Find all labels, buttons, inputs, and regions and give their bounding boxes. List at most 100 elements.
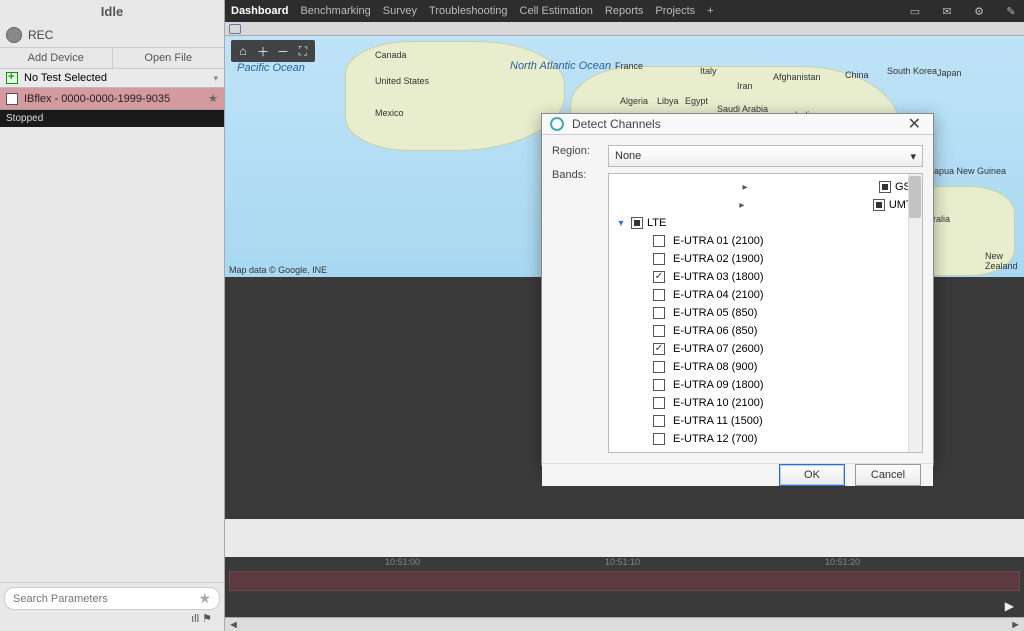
tree-item[interactable]: E-UTRA 08 (900) <box>611 358 920 376</box>
country-label: New Zealand <box>985 251 1024 271</box>
atlantic-ocean-label: North Atlantic Ocean <box>510 60 611 72</box>
play-icon[interactable]: ▶ <box>1005 599 1014 613</box>
tab-cell-estimation[interactable]: Cell Estimation <box>520 5 593 17</box>
scrollbar-thumb[interactable] <box>909 176 921 218</box>
left-panel: Idle REC Add Device Open File No Test Se… <box>0 0 225 631</box>
tree-item[interactable]: ✓ E-UTRA 03 (1800) <box>611 268 920 286</box>
checkbox[interactable] <box>653 397 665 409</box>
phone-icon[interactable]: ▭ <box>908 4 922 18</box>
tree-group[interactable]: UMTS <box>611 196 920 214</box>
checkbox[interactable] <box>653 307 665 319</box>
scrollbar-track[interactable] <box>908 174 922 452</box>
tree-item[interactable]: E-UTRA 02 (1900) <box>611 250 920 268</box>
close-icon[interactable]: ✕ <box>904 114 925 134</box>
bands-tree[interactable]: GSM UMTS LTE E-UTRA 01 (2100) E-UTRA 02 … <box>608 173 923 453</box>
tristate-checkbox[interactable] <box>873 199 885 211</box>
horizontal-scrollbar[interactable]: ◄► <box>225 617 1024 631</box>
expand-icon[interactable] <box>615 200 869 211</box>
checkbox[interactable]: ✓ <box>653 343 665 355</box>
tree-item[interactable]: E-UTRA 06 (850) <box>611 322 920 340</box>
country-label: Afghanistan <box>773 72 821 82</box>
timeline-tick: 10:51:00 <box>385 557 420 567</box>
tree-item[interactable]: ✓ E-UTRA 07 (2600) <box>611 340 920 358</box>
country-label: China <box>845 70 869 80</box>
tab-troubleshooting[interactable]: Troubleshooting <box>429 5 507 17</box>
record-row[interactable]: REC <box>0 23 224 47</box>
item-label: E-UTRA 06 (850) <box>673 325 757 337</box>
region-value: None <box>615 150 641 162</box>
checkbox[interactable] <box>653 379 665 391</box>
pacific-ocean-label: Pacific Ocean <box>237 62 305 74</box>
tree-item[interactable]: E-UTRA 12 (700) <box>611 430 920 448</box>
checkbox[interactable] <box>653 325 665 337</box>
search-parameters[interactable]: ★ <box>4 587 220 610</box>
tree-item[interactable]: E-UTRA 01 (2100) <box>611 232 920 250</box>
zoom-in-icon[interactable]: ＋ <box>253 42 273 60</box>
country-label: Egypt <box>685 96 708 106</box>
country-label: Italy <box>700 66 717 76</box>
cancel-button[interactable]: Cancel <box>855 464 921 486</box>
tristate-checkbox[interactable] <box>879 181 891 193</box>
checkbox[interactable]: ✓ <box>653 271 665 283</box>
checkbox[interactable] <box>653 235 665 247</box>
tristate-checkbox[interactable] <box>631 217 643 229</box>
checkbox[interactable] <box>653 361 665 373</box>
tree-item[interactable]: E-UTRA 05 (850) <box>611 304 920 322</box>
timeline[interactable]: 10:51:00 10:51:10 10:51:20 ▶ <box>225 557 1024 617</box>
edit-icon[interactable]: ✎ <box>1004 4 1018 18</box>
expand-icon[interactable] <box>615 218 627 229</box>
search-input[interactable] <box>13 593 192 605</box>
group-label: LTE <box>647 217 666 229</box>
tree-item[interactable]: E-UTRA 11 (1500) <box>611 412 920 430</box>
gear-icon[interactable]: ⚙ <box>972 4 986 18</box>
checkbox[interactable] <box>653 289 665 301</box>
item-label: E-UTRA 04 (2100) <box>673 289 763 301</box>
tree-group[interactable]: GSM <box>611 178 920 196</box>
ok-button[interactable]: OK <box>779 464 845 486</box>
item-label: E-UTRA 08 (900) <box>673 361 757 373</box>
fullscreen-icon[interactable]: ⛶ <box>293 42 313 60</box>
item-label: E-UTRA 03 (1800) <box>673 271 763 283</box>
record-icon <box>6 27 22 43</box>
chevron-down-icon: ▾ <box>213 73 218 84</box>
map-attribution: Map data © Google, INE <box>229 265 327 275</box>
zoom-out-icon[interactable]: － <box>273 42 293 60</box>
timeline-bar[interactable] <box>229 571 1020 591</box>
star-icon: ★ <box>208 92 218 105</box>
device-row[interactable]: IBflex - 0000-0000-1999-9035 ★ <box>0 88 224 110</box>
tab-survey[interactable]: Survey <box>383 5 417 17</box>
checkbox[interactable] <box>653 253 665 265</box>
checkbox[interactable] <box>653 433 665 445</box>
tab-projects[interactable]: Projects <box>655 5 695 17</box>
tree-item[interactable]: E-UTRA 10 (2100) <box>611 394 920 412</box>
home-icon[interactable]: ⌂ <box>233 42 253 60</box>
no-test-row[interactable]: No Test Selected ▾ <box>0 69 224 88</box>
country-label: France <box>615 61 643 71</box>
region-select[interactable]: None ▾ <box>608 145 923 167</box>
mail-icon[interactable]: ✉ <box>940 4 954 18</box>
country-label: Japan <box>937 68 962 78</box>
tab-reports[interactable]: Reports <box>605 5 644 17</box>
checkbox[interactable] <box>653 415 665 427</box>
region-label: Region: <box>552 145 602 157</box>
left-title: Idle <box>0 0 224 23</box>
open-file-button[interactable]: Open File <box>113 48 225 68</box>
country-label: Papua New Guinea <box>928 166 1006 176</box>
tab-benchmarking[interactable]: Benchmarking <box>300 5 370 17</box>
book-icon[interactable] <box>229 24 241 34</box>
add-test-icon <box>6 72 18 84</box>
tree-item[interactable]: E-UTRA 04 (2100) <box>611 286 920 304</box>
add-device-button[interactable]: Add Device <box>0 48 113 68</box>
tree-group[interactable]: LTE <box>611 214 920 232</box>
no-test-label: No Test Selected <box>24 72 107 84</box>
timeline-tick: 10:51:10 <box>605 557 640 567</box>
country-label: Iran <box>737 81 753 91</box>
expand-icon[interactable] <box>615 182 875 193</box>
view-strip <box>225 519 1024 559</box>
detect-channels-dialog: Detect Channels ✕ Region: Bands: None ▾ <box>541 113 934 466</box>
tree-item[interactable]: E-UTRA 09 (1800) <box>611 376 920 394</box>
tab-dashboard[interactable]: Dashboard <box>231 5 288 17</box>
country-label: Libya <box>657 96 679 106</box>
add-tab-icon[interactable]: + <box>707 5 713 17</box>
favorite-icon[interactable]: ★ <box>198 590 211 607</box>
